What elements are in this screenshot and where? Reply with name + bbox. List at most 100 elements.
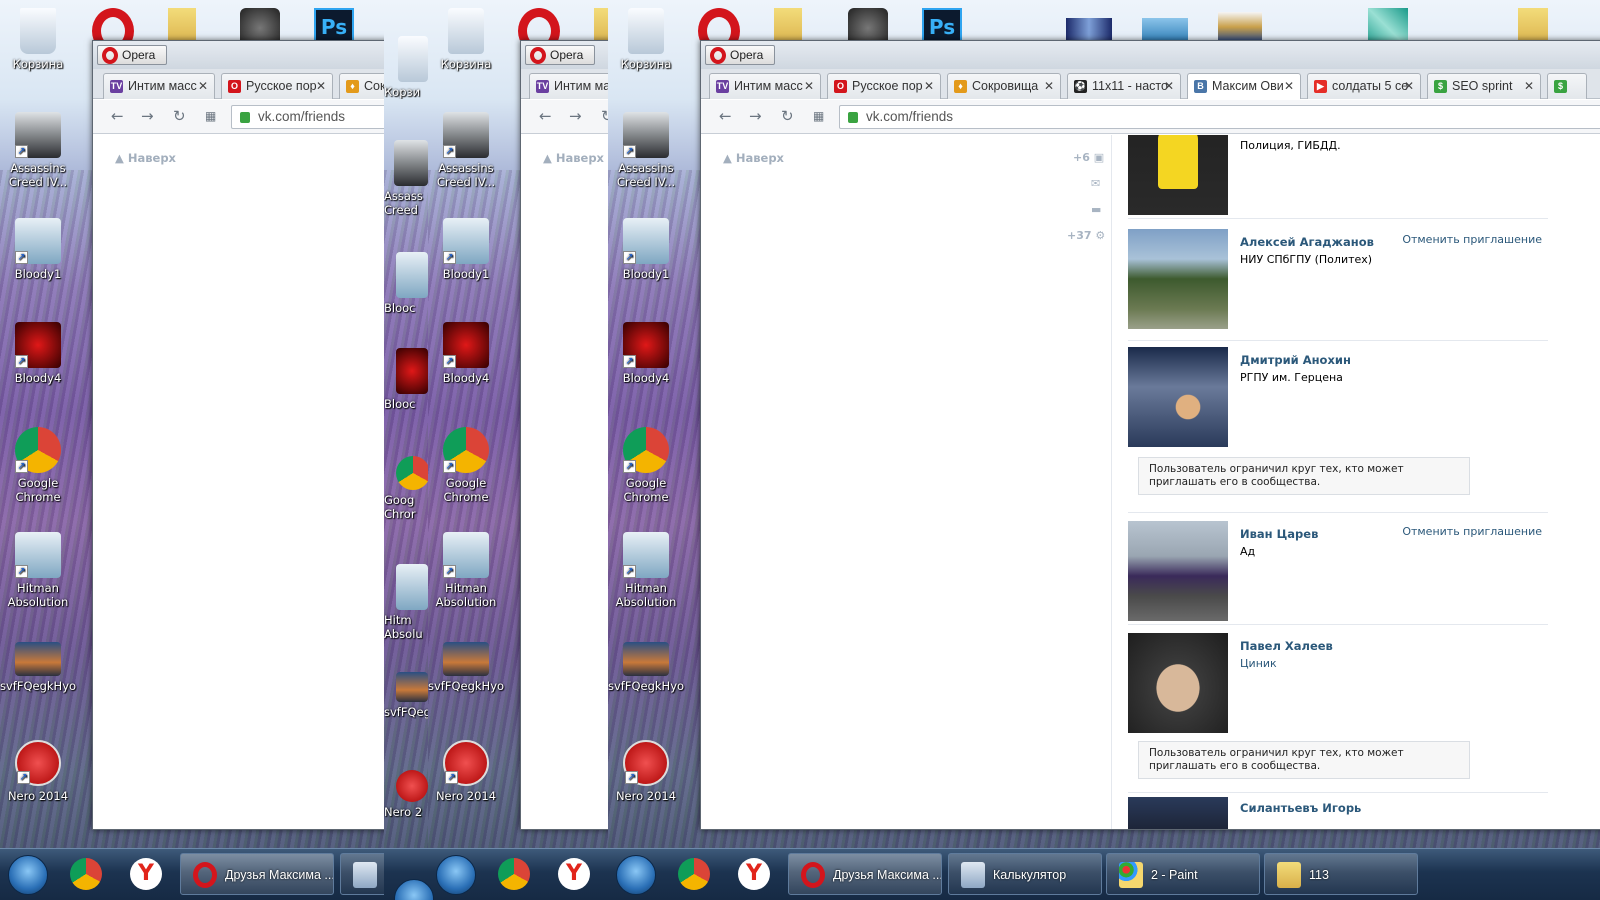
back-to-top-link[interactable]: ▲ Наверх — [115, 151, 176, 165]
tab-1[interactable]: TV Интим масс ✕ — [103, 73, 215, 99]
friend-name[interactable]: Алексей Агаджанов — [1240, 235, 1374, 249]
assassins-creed-icon[interactable]: ↗ Assassins Creed IV... — [428, 112, 504, 189]
opera-menu-button[interactable]: Opera — [97, 45, 167, 65]
tab-8[interactable]: $ — [1547, 73, 1587, 99]
back-arrow-icon[interactable]: ← — [719, 109, 732, 124]
bloody1-icon[interactable]: ↗ Bloody1 — [428, 218, 504, 281]
yandex-taskbar-icon[interactable]: Y — [558, 858, 590, 890]
recycle-bin-icon[interactable]: Корзи — [384, 36, 428, 99]
video-file-icon[interactable]: svfFQegkHyo — [608, 642, 684, 693]
forward-arrow-icon[interactable]: → — [749, 109, 762, 124]
chrome-taskbar-icon[interactable] — [70, 858, 102, 890]
video-file-icon[interactable]: svfFQegkHyo — [428, 642, 504, 693]
taskbar-opera-button[interactable]: Друзья Максима ... — [180, 853, 334, 895]
reload-icon[interactable]: ↻ — [173, 109, 186, 124]
start-button[interactable] — [616, 855, 656, 895]
bloody4-icon[interactable]: ↗ Bloody4 — [608, 322, 684, 385]
tab-3[interactable]: ♦ Сок — [339, 73, 384, 99]
nero-2014-icon[interactable]: ↗ Nero 2014 — [608, 740, 684, 803]
url-field[interactable]: vk.com/friends — [231, 105, 384, 129]
nero-2014-icon[interactable]: ↗ Nero 2014 — [0, 740, 76, 803]
reload-icon[interactable]: ↻ — [601, 109, 608, 124]
start-button[interactable] — [436, 855, 476, 895]
chrome-taskbar-icon[interactable] — [498, 858, 530, 890]
video-file-icon[interactable]: svfFQegkHyo — [0, 642, 76, 693]
friend-avatar[interactable] — [1128, 633, 1228, 733]
chrome-taskbar-icon[interactable] — [678, 858, 710, 890]
photos-counter[interactable]: +6 ▣ — [1073, 151, 1104, 164]
friend-name[interactable]: Павел Халеев — [1240, 639, 1333, 653]
taskbar-paint-button[interactable]: 2 - Paint — [1106, 853, 1260, 895]
tab-3[interactable]: ♦ Сокровища ✕ — [947, 73, 1061, 99]
settings-counter[interactable]: +37 ⚙ — [1067, 229, 1105, 242]
close-tab-icon[interactable]: ✕ — [924, 79, 934, 93]
back-to-top-link[interactable]: ▲ Наверх — [723, 151, 784, 165]
friend-name[interactable]: Иван Царев — [1240, 527, 1318, 541]
speed-dial-icon[interactable]: ▦ — [205, 109, 216, 124]
close-tab-icon[interactable]: ✕ — [198, 79, 208, 93]
friend-avatar[interactable] — [1128, 347, 1228, 447]
messages-counter[interactable]: ✉ — [1091, 177, 1100, 190]
back-arrow-icon[interactable]: ← — [111, 109, 124, 124]
hitman-absolution-icon[interactable]: ↗ Hitman Absolution — [608, 532, 684, 609]
back-arrow-icon[interactable]: ← — [539, 109, 552, 124]
hitman-absolution-icon[interactable]: Hitm Absolu — [384, 564, 428, 641]
yandex-taskbar-icon[interactable]: Y — [738, 858, 770, 890]
bloody1-icon[interactable]: Blooc — [384, 252, 428, 315]
picture-file-icon[interactable] — [1066, 18, 1112, 42]
tab-5[interactable]: В Максим Ови ✕ — [1187, 73, 1301, 99]
taskbar-folder-button[interactable]: 113 — [1264, 853, 1418, 895]
tab-1[interactable]: TV Интим масс ✕ — [709, 73, 821, 99]
back-to-top-link[interactable]: ▲ Наверх — [543, 151, 604, 165]
forward-arrow-icon[interactable]: → — [569, 109, 582, 124]
tab-6[interactable]: ▶ солдаты 5 се ✕ — [1307, 73, 1421, 99]
recycle-bin-icon[interactable]: Корзина — [608, 8, 684, 71]
tab-1[interactable]: TV Интим ма — [529, 73, 608, 99]
forward-arrow-icon[interactable]: → — [141, 109, 154, 124]
cancel-invitation-link[interactable]: Отменить приглашение — [1402, 233, 1542, 246]
google-chrome-icon[interactable]: ↗ Google Chrome — [428, 427, 504, 504]
tab-2[interactable]: O Русское пор ✕ — [221, 73, 333, 99]
start-button[interactable] — [8, 855, 48, 895]
tab-2[interactable]: O Русское пор ✕ — [827, 73, 941, 99]
video-file-icon[interactable]: svfFQeg — [384, 672, 428, 719]
bloody1-icon[interactable]: ↗ Bloody1 — [0, 218, 76, 281]
google-chrome-icon[interactable]: Goog Chror — [384, 456, 428, 521]
close-tab-icon[interactable]: ✕ — [1524, 79, 1534, 93]
picture-file-icon[interactable] — [1142, 18, 1188, 42]
taskbar-opera-button[interactable]: Друзья Максима ... — [788, 853, 942, 895]
reload-icon[interactable]: ↻ — [781, 109, 794, 124]
google-chrome-icon[interactable]: ↗ Google Chrome — [608, 427, 684, 504]
bloody4-icon[interactable]: ↗ Bloody4 — [0, 322, 76, 385]
friend-name[interactable]: Дмитрий Анохин — [1240, 353, 1351, 367]
comments-counter[interactable]: ▬ — [1091, 203, 1101, 216]
nero-2014-icon[interactable]: Nero 2 — [384, 770, 428, 819]
recycle-bin-icon[interactable]: Корзина — [428, 8, 504, 71]
yandex-taskbar-icon[interactable]: Y — [130, 858, 162, 890]
url-field[interactable]: vk.com/friends — [839, 105, 1600, 129]
hitman-absolution-icon[interactable]: ↗ Hitman Absolution — [428, 532, 504, 609]
recycle-bin-icon[interactable]: Корзина — [0, 8, 76, 71]
opera-menu-button[interactable]: Opera — [705, 45, 775, 65]
assassins-creed-icon[interactable]: ↗ Assassins Creed IV... — [608, 112, 684, 189]
tab-4[interactable]: ⚽ 11x11 - насто ✕ — [1067, 73, 1181, 99]
bloody4-icon[interactable]: ↗ Bloody4 — [428, 322, 504, 385]
friend-avatar[interactable] — [1128, 521, 1228, 621]
close-tab-icon[interactable]: ✕ — [804, 79, 814, 93]
google-chrome-icon[interactable]: ↗ Google Chrome — [0, 427, 76, 504]
close-tab-icon[interactable]: ✕ — [1284, 79, 1294, 93]
bloody1-icon[interactable]: ↗ Bloody1 — [608, 218, 684, 281]
nero-2014-icon[interactable]: ↗ Nero 2014 — [428, 740, 504, 803]
taskbar-calculator-button[interactable]: Калькулятор — [948, 853, 1102, 895]
close-tab-icon[interactable]: ✕ — [316, 79, 326, 93]
cancel-invitation-link[interactable]: Отменить приглашение — [1402, 525, 1542, 538]
friend-avatar[interactable] — [1128, 229, 1228, 329]
assassins-creed-icon[interactable]: Assass Creed — [384, 140, 428, 217]
close-tab-icon[interactable]: ✕ — [1164, 79, 1174, 93]
friend-avatar[interactable] — [1128, 797, 1228, 829]
friend-name[interactable]: Силантьевъ Игорь — [1240, 801, 1361, 815]
hitman-absolution-icon[interactable]: ↗ Hitman Absolution — [0, 532, 76, 609]
opera-menu-button[interactable]: Opera — [525, 45, 595, 65]
archive-file-icon[interactable] — [1218, 12, 1262, 42]
tab-7[interactable]: $ SEO sprint ✕ — [1427, 73, 1541, 99]
